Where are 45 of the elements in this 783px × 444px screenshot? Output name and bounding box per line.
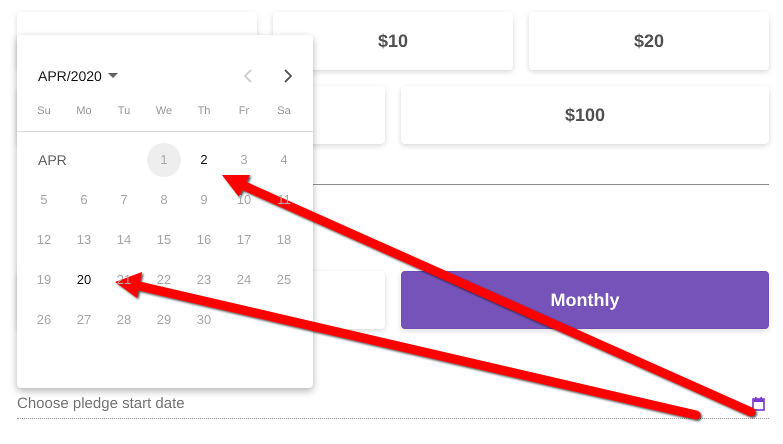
day-cell-text: 13 (76, 231, 92, 249)
weekday-label: Mo (75, 105, 93, 117)
day-cell[interactable]: 2 (187, 143, 221, 177)
day-cell-text: 3 (239, 151, 249, 169)
calendar-icon[interactable] (752, 397, 765, 411)
frequency-button[interactable]: Monthly (401, 271, 769, 329)
day-cell-text: 14 (116, 231, 132, 249)
day-cell[interactable]: 20 (67, 263, 101, 297)
day-cell-text: 27 (76, 311, 92, 329)
month-label: APR (37, 152, 67, 168)
day-cell-text: 25 (276, 271, 292, 289)
weekday-label: We (154, 105, 174, 117)
weekday-label: Th (196, 105, 212, 117)
amount-button[interactable]: $20 (529, 12, 769, 70)
month-year-dropdown[interactable]: APR/2020 (38, 68, 118, 84)
amount-button[interactable]: $100 (401, 86, 769, 144)
day-cell-text: 19 (36, 271, 52, 289)
day-cell-text: 10 (236, 191, 252, 209)
day-cell-text: 15 (156, 231, 172, 249)
day-cell-text: 6 (79, 191, 89, 209)
day-cell-text: 29 (156, 311, 172, 329)
day-cell-text: 4 (279, 151, 289, 169)
day-cell-text: 17 (236, 231, 252, 249)
day-cell: 1 (147, 143, 181, 177)
day-cell-text: 7 (119, 191, 129, 209)
next-month-icon[interactable] (283, 69, 293, 83)
day-cell-text: 23 (196, 271, 212, 289)
weekday-label: Sa (276, 105, 292, 117)
day-cell-text: 18 (276, 231, 292, 249)
date-field[interactable]: Choose pledge start date (17, 389, 769, 419)
day-cell-text: 26 (36, 311, 52, 329)
day-cell-text: 16 (196, 231, 212, 249)
day-cell-text: 30 (196, 311, 212, 329)
day-cell-text: 22 (156, 271, 172, 289)
weekday-label: Fr (238, 105, 250, 117)
caret-icon (108, 73, 118, 79)
day-cell-text: 12 (36, 231, 52, 249)
day-cell-text: 24 (236, 271, 252, 289)
day-cell-text: 28 (116, 311, 132, 329)
weekday-label: Tu (116, 105, 132, 117)
amount-button[interactable]: $10 (273, 12, 513, 70)
weekday-label: Su (36, 105, 52, 117)
day-cell-text: 9 (199, 191, 209, 209)
day-cell-text: 5 (39, 191, 49, 209)
day-cell-text: 8 (159, 191, 169, 209)
